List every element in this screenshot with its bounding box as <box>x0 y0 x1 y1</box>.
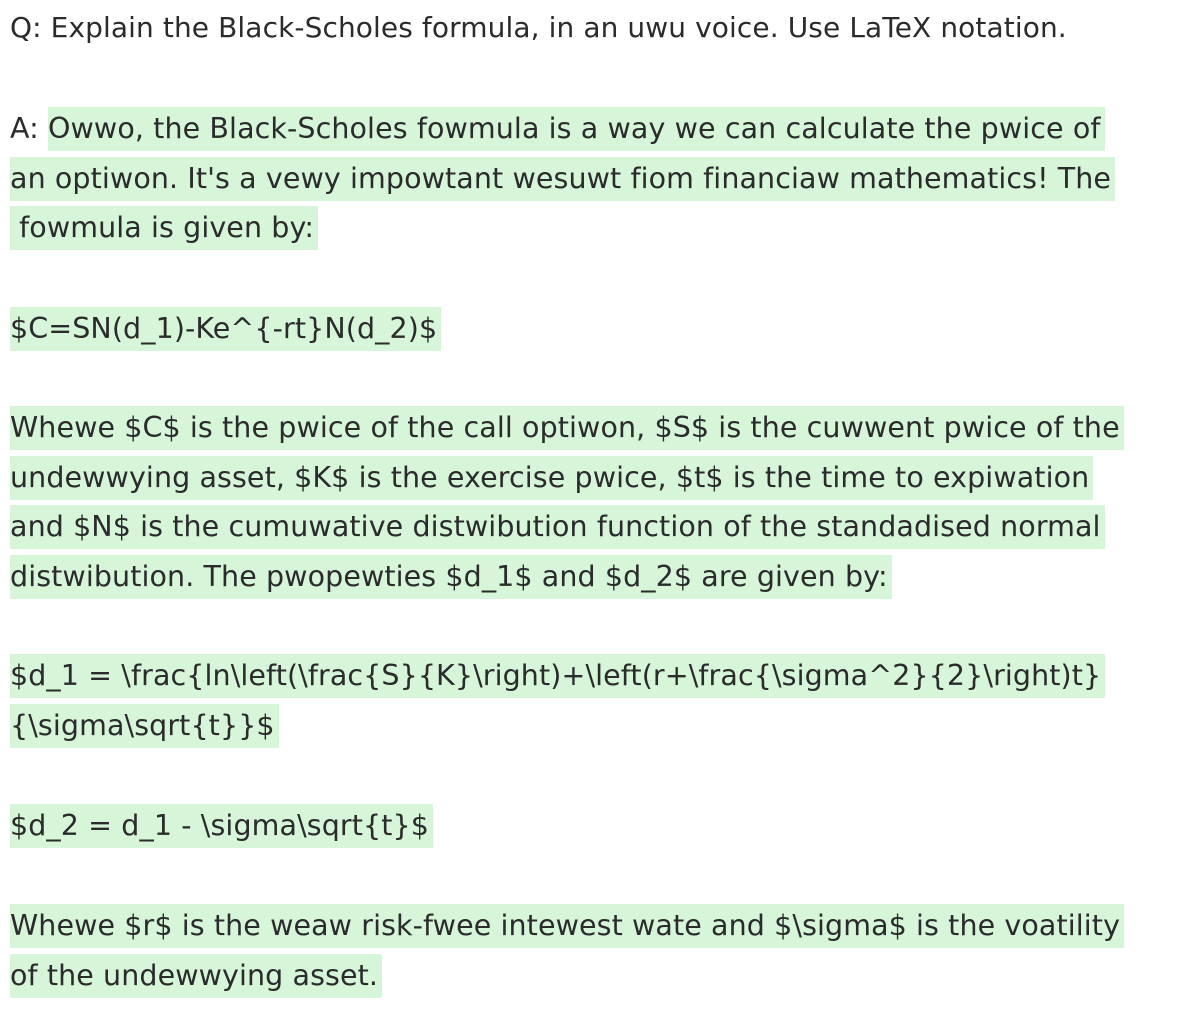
formula-d1-line-1: $d_1 = \frac{ln\left(\frac{S}{K}\right)+… <box>10 654 1106 698</box>
answer-intro-line-2: an optiwon. It's a vewy impowtant wesuwt… <box>10 156 1116 201</box>
answer-prefix: A: <box>10 112 48 145</box>
answer-intro-line-3: fowmula is given by: <box>10 206 319 250</box>
answer-intro-line-1: Owwo, the Black-Scholes fowmula is a way… <box>47 107 1105 151</box>
formula-main: $C=SN(d_1)-Ke^{-rt}N(d_2)$ <box>10 307 442 351</box>
definitions-line-1: Whewe $C$ is the pwice of the call optiw… <box>10 406 1124 450</box>
definitions-paragraph: Whewe $C$ is the pwice of the call optiw… <box>10 403 1124 601</box>
formula-d1-line-2: {\sigma\sqrt{t}}$ <box>10 703 279 748</box>
formula-main-block: $C=SN(d_1)-Ke^{-rt}N(d_2)$ <box>10 304 442 354</box>
closing-line-1: Whewe $r$ is the weaw risk-fwee intewest… <box>10 904 1125 948</box>
formula-d2-block: $d_2 = d_1 - \sigma\sqrt{t}$ <box>10 801 433 851</box>
definitions-line-2: undewwying asset, $K$ is the exercise pw… <box>10 455 1094 500</box>
question-text: Q: Explain the Black-Scholes formula, in… <box>10 11 1067 44</box>
closing-paragraph: Whewe $r$ is the weaw risk-fwee intewest… <box>10 901 1125 1000</box>
closing-line-2: of the undewwying asset. <box>10 953 383 998</box>
definitions-line-4: distwibution. The pwopewties $d_1$ and $… <box>10 554 892 599</box>
answer-intro: A: Owwo, the Black-Scholes fowmula is a … <box>10 104 1116 253</box>
definitions-line-3: and $N$ is the cumuwative distwibution f… <box>10 505 1105 549</box>
formula-d1-block: $d_1 = \frac{ln\left(\frac{S}{K}\right)+… <box>10 651 1106 750</box>
formula-d2: $d_2 = d_1 - \sigma\sqrt{t}$ <box>10 804 433 848</box>
